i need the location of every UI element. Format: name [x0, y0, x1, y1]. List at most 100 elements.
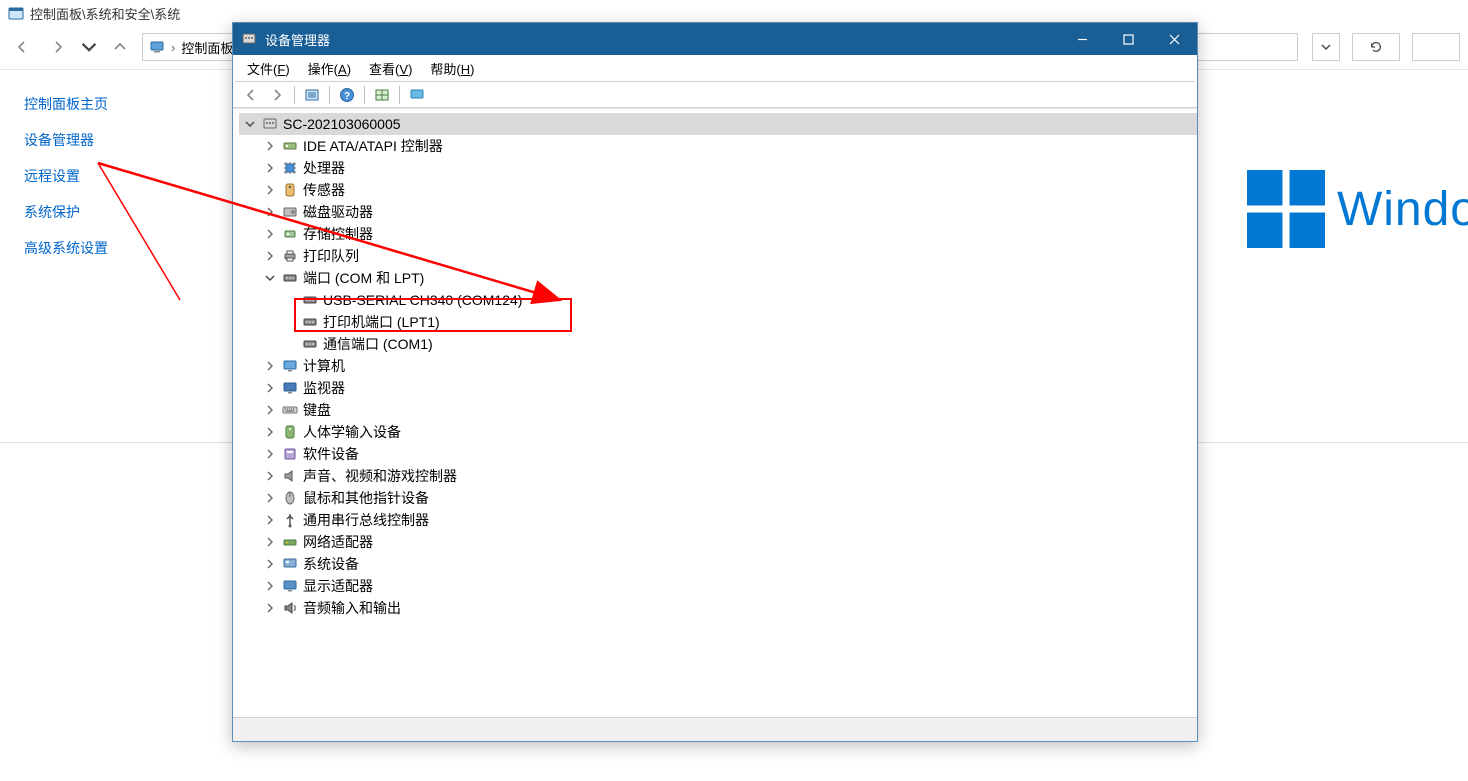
expand-icon[interactable]	[263, 601, 277, 615]
menu-help[interactable]: 帮助(H)	[422, 57, 482, 80]
port-icon	[301, 313, 319, 331]
sidebar-link-home[interactable]: 控制面板主页	[24, 94, 230, 114]
sidebar-link-remote[interactable]: 远程设置	[24, 166, 230, 186]
minimize-button[interactable]	[1059, 23, 1105, 55]
menu-view[interactable]: 查看(V)	[361, 57, 420, 80]
expand-icon[interactable]	[263, 579, 277, 593]
menu-file[interactable]: 文件(F)	[239, 57, 298, 80]
expand-icon[interactable]	[263, 249, 277, 263]
tree-node[interactable]: USB-SERIAL CH340 (COM124)	[239, 289, 1197, 311]
windows-brand-text: Windo	[1337, 182, 1468, 237]
toolbar-list-button[interactable]	[300, 84, 324, 106]
device-manager-title: 设备管理器	[265, 30, 1059, 49]
tree-node[interactable]: 存储控制器	[239, 223, 1197, 245]
toolbar-back-button[interactable]	[239, 84, 263, 106]
nav-up-button[interactable]	[106, 33, 134, 61]
toolbar-help-button[interactable]	[335, 84, 359, 106]
divider	[294, 86, 295, 104]
computer-icon	[261, 115, 279, 133]
tree-node[interactable]: 鼠标和其他指针设备	[239, 487, 1197, 509]
tree-node-label: 传感器	[303, 179, 345, 201]
tree-node-label: 存储控制器	[303, 223, 373, 245]
expand-icon[interactable]	[263, 447, 277, 461]
expand-icon[interactable]	[263, 227, 277, 241]
tree-node-label: 计算机	[303, 355, 345, 377]
expand-icon[interactable]	[263, 359, 277, 373]
tree-node[interactable]: 声音、视频和游戏控制器	[239, 465, 1197, 487]
port-icon	[281, 269, 299, 287]
nav-forward-button[interactable]	[44, 33, 72, 61]
tree-node[interactable]: 打印机端口 (LPT1)	[239, 311, 1197, 333]
expand-icon[interactable]	[263, 425, 277, 439]
monitor-icon	[281, 379, 299, 397]
port-icon	[301, 291, 319, 309]
device-manager-titlebar[interactable]: 设备管理器	[233, 23, 1197, 55]
toolbar-grid-button[interactable]	[370, 84, 394, 106]
toolbar-forward-button[interactable]	[265, 84, 289, 106]
nav-recent-dropdown[interactable]	[80, 33, 98, 61]
spacer	[283, 337, 297, 351]
reload-button[interactable]	[1352, 33, 1400, 61]
tree-node-label: 端口 (COM 和 LPT)	[303, 267, 424, 289]
tree-node-label: 软件设备	[303, 443, 359, 465]
port-icon	[301, 335, 319, 353]
sidebar-link-device-manager[interactable]: 设备管理器	[24, 130, 230, 150]
device-tree[interactable]: SC-202103060005 IDE ATA/ATAPI 控制器处理器传感器磁…	[233, 109, 1197, 717]
tree-node[interactable]: 系统设备	[239, 553, 1197, 575]
expand-icon[interactable]	[263, 491, 277, 505]
tree-node[interactable]: 处理器	[239, 157, 1197, 179]
expand-icon[interactable]	[263, 183, 277, 197]
usb-icon	[281, 511, 299, 529]
expand-icon[interactable]	[263, 535, 277, 549]
close-button[interactable]	[1151, 23, 1197, 55]
divider	[399, 86, 400, 104]
tree-node[interactable]: 人体学输入设备	[239, 421, 1197, 443]
display-icon	[281, 577, 299, 595]
software-icon	[281, 445, 299, 463]
tree-node[interactable]: 打印队列	[239, 245, 1197, 267]
tree-node[interactable]: 音频输入和输出	[239, 597, 1197, 619]
tree-node-label: 通信端口 (COM1)	[323, 333, 433, 355]
tree-node[interactable]: 监视器	[239, 377, 1197, 399]
tree-node-label: 键盘	[303, 399, 331, 421]
breadcrumb-item[interactable]: 控制面板	[181, 38, 233, 57]
tree-root-node[interactable]: SC-202103060005	[239, 113, 1197, 135]
tree-node[interactable]: 磁盘驱动器	[239, 201, 1197, 223]
collapse-icon[interactable]	[243, 117, 257, 131]
tree-node[interactable]: 显示适配器	[239, 575, 1197, 597]
tree-node[interactable]: 软件设备	[239, 443, 1197, 465]
collapse-icon[interactable]	[263, 271, 277, 285]
tree-node[interactable]: 计算机	[239, 355, 1197, 377]
search-input[interactable]	[1412, 33, 1460, 61]
tree-node[interactable]: 通用串行总线控制器	[239, 509, 1197, 531]
sidebar-link-protection[interactable]: 系统保护	[24, 202, 230, 222]
sidebar-link-advanced[interactable]: 高级系统设置	[24, 238, 230, 258]
disk-icon	[281, 203, 299, 221]
address-dropdown-button[interactable]	[1312, 33, 1340, 61]
divider	[329, 86, 330, 104]
tree-node-label: 监视器	[303, 377, 345, 399]
menu-action[interactable]: 操作(A)	[300, 57, 359, 80]
expand-icon[interactable]	[263, 205, 277, 219]
tree-node-label: 音频输入和输出	[303, 597, 401, 619]
tree-node[interactable]: IDE ATA/ATAPI 控制器	[239, 135, 1197, 157]
expand-icon[interactable]	[263, 139, 277, 153]
tree-node[interactable]: 传感器	[239, 179, 1197, 201]
toolbar-screen-button[interactable]	[405, 84, 429, 106]
computer-icon	[281, 357, 299, 375]
expand-icon[interactable]	[263, 557, 277, 571]
storage-icon	[281, 225, 299, 243]
expand-icon[interactable]	[263, 403, 277, 417]
maximize-button[interactable]	[1105, 23, 1151, 55]
expand-icon[interactable]	[263, 469, 277, 483]
tree-node[interactable]: 键盘	[239, 399, 1197, 421]
breadcrumb-separator: ›	[171, 40, 175, 55]
nav-back-button[interactable]	[8, 33, 36, 61]
tree-node[interactable]: 端口 (COM 和 LPT)	[239, 267, 1197, 289]
tree-node[interactable]: 通信端口 (COM1)	[239, 333, 1197, 355]
spacer	[283, 315, 297, 329]
expand-icon[interactable]	[263, 381, 277, 395]
expand-icon[interactable]	[263, 161, 277, 175]
tree-node[interactable]: 网络适配器	[239, 531, 1197, 553]
expand-icon[interactable]	[263, 513, 277, 527]
